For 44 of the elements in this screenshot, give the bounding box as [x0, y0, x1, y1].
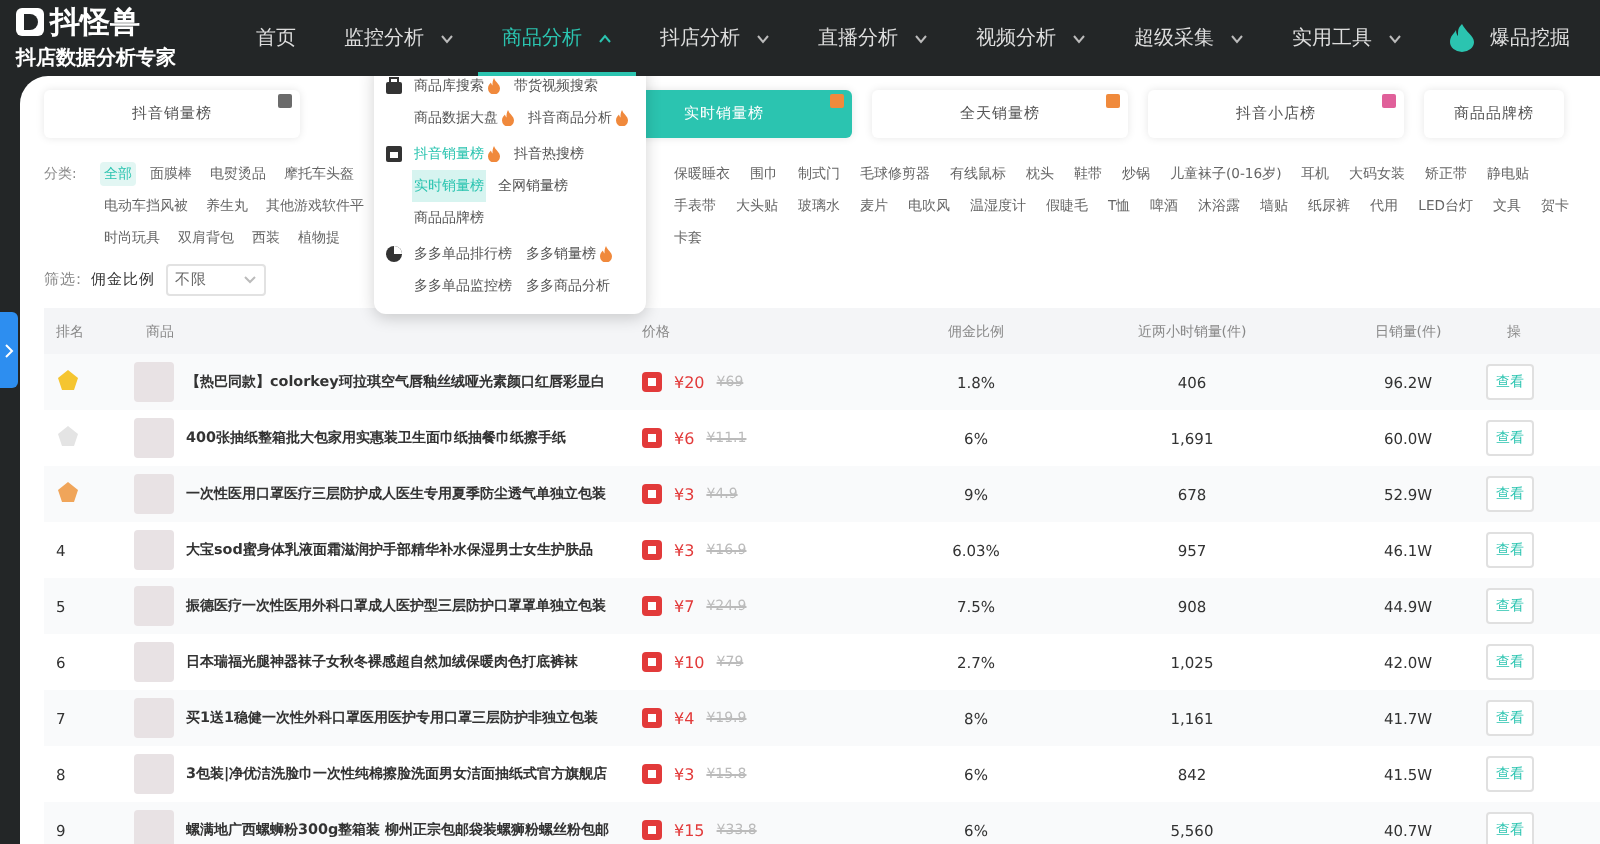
- price: ¥20: [674, 373, 705, 391]
- logo-icon: [16, 8, 44, 36]
- photo-placeholder: [134, 810, 174, 844]
- sidebar-toggle[interactable]: [0, 312, 18, 388]
- photo-placeholder: [134, 474, 174, 514]
- photo-placeholder: [134, 698, 174, 738]
- bag-icon: [384, 76, 404, 96]
- chart-icon: [384, 144, 404, 164]
- price-tag-icon: [642, 484, 662, 504]
- photo-placeholder: [134, 418, 174, 458]
- price-tag-icon: [642, 372, 662, 392]
- photo-placeholder: [134, 586, 174, 626]
- price: ¥3: [674, 765, 695, 783]
- nav-item[interactable]: 超级采集: [1110, 0, 1268, 76]
- nav-item[interactable]: 监控分析: [320, 0, 478, 76]
- nav-item[interactable]: 抖店分析: [636, 0, 794, 76]
- price-tag-icon: [642, 540, 662, 560]
- price-tag-icon: [642, 596, 662, 616]
- nav-item[interactable]: 首页: [232, 0, 320, 76]
- price: ¥15: [674, 821, 705, 839]
- caret-icon: [243, 276, 256, 284]
- price: ¥3: [674, 541, 695, 559]
- price: ¥4: [674, 709, 695, 727]
- photo-placeholder: [134, 530, 174, 570]
- price-tag-icon: [642, 708, 662, 728]
- brand-tagline: 抖店数据分析专家: [16, 44, 176, 71]
- nav-item[interactable]: 直播分析: [794, 0, 952, 76]
- nav-item[interactable]: 视频分析: [952, 0, 1110, 76]
- price: ¥7: [674, 597, 695, 615]
- chevron-right-icon: [4, 343, 14, 357]
- photo-placeholder: [134, 754, 174, 794]
- photo-placeholder: [134, 642, 174, 682]
- price: ¥10: [674, 653, 705, 671]
- nav-item[interactable]: 实用工具: [1268, 0, 1426, 76]
- pie-chart-icon: [384, 244, 404, 264]
- photo-placeholder: [134, 362, 174, 402]
- price-tag-icon: [642, 428, 662, 448]
- flame-icon: [1450, 24, 1474, 52]
- nav-item[interactable]: 爆品挖掘: [1426, 0, 1594, 76]
- price: ¥6: [674, 429, 695, 447]
- price-tag-icon: [642, 764, 662, 784]
- price-tag-icon: [642, 652, 662, 672]
- logo-text: 抖怪兽: [50, 5, 140, 39]
- price: ¥3: [674, 485, 695, 503]
